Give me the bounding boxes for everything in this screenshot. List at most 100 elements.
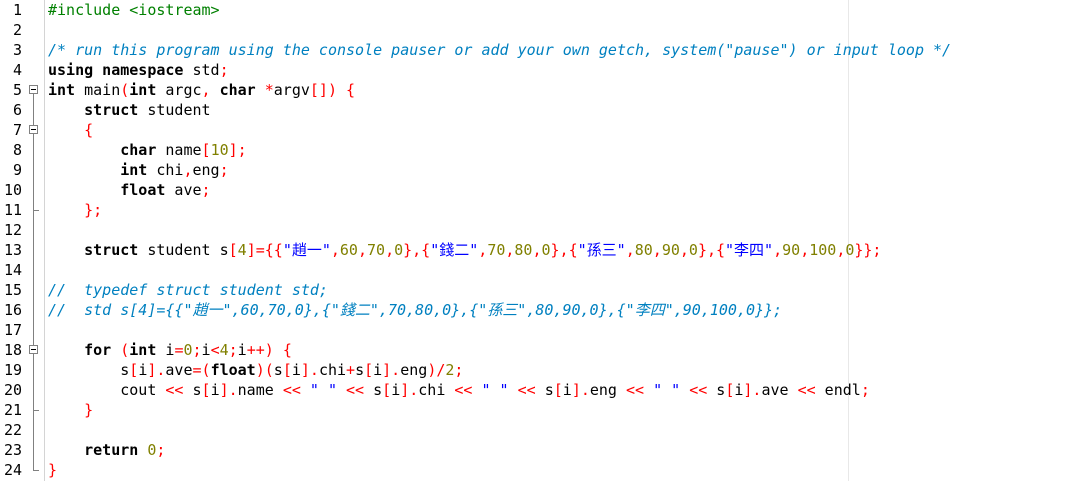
operator-token: , (385, 241, 395, 259)
code-line[interactable]: struct student (48, 100, 210, 120)
code-token: main (75, 81, 121, 99)
string-token: " " (481, 381, 509, 399)
operator-token: },{ (403, 241, 431, 259)
number-token: 90 (782, 241, 801, 259)
string-token: " " (309, 381, 337, 399)
line-number: 7 (12, 121, 22, 139)
operator-token: << (517, 381, 536, 399)
code-line[interactable]: { (48, 120, 93, 140)
line-number: 3 (12, 41, 22, 59)
operator-token: ++) (246, 341, 274, 359)
keyword-token: struct (84, 241, 139, 259)
keyword-token: int (129, 341, 157, 359)
string-token: "趙一" (282, 241, 331, 259)
operator-token: << (626, 381, 645, 399)
code-line[interactable]: float ave; (48, 180, 211, 200)
operator-token: [ (201, 141, 211, 159)
operator-token: , (183, 161, 193, 179)
operator-token: ]. (382, 361, 401, 379)
string-token: "孫三" (577, 241, 626, 259)
preprocessor-token: #include <iostream> (48, 1, 220, 19)
code-token: name (237, 381, 283, 399)
code-token: s (707, 381, 726, 399)
code-line[interactable]: } (48, 460, 57, 480)
line-number: 8 (12, 141, 22, 159)
line-number: 24 (3, 461, 22, 479)
code-token: s (48, 361, 130, 379)
code-token: chi (318, 361, 347, 379)
operator-token: << (689, 381, 708, 399)
fold-toggle-icon[interactable] (29, 345, 38, 354)
operator-token: ( (120, 341, 130, 359)
fold-margin (26, 0, 44, 481)
code-editor[interactable]: 1 2 3 4 5 6 7 8 9 10 11 12 13 14 15 16 17 18 19 20 21 22 23 24 … (0, 0, 1074, 481)
code-line[interactable]: int chi,eng; (48, 160, 229, 180)
code-line[interactable]: // std s[4]={{"趙一",60,70,0},{"錢二",70,80,… (48, 300, 782, 320)
number-token: 60 (339, 241, 358, 259)
code-line[interactable]: for (int i=0;i<4;i++) { (48, 340, 292, 360)
operator-token: ; (219, 61, 229, 79)
line-number: 17 (3, 321, 22, 339)
operator-token: , (201, 81, 211, 99)
line-number: 22 (3, 421, 22, 439)
line-number: 16 (3, 301, 22, 319)
operator-token: ; (201, 181, 211, 199)
code-token: i (201, 341, 211, 359)
code-line[interactable]: } (48, 400, 93, 420)
operator-token: },{ (697, 241, 726, 259)
code-line[interactable]: }; (48, 200, 102, 220)
code-line[interactable]: int main(int argc, char *argv[]) { (48, 80, 355, 100)
operator-token: * (264, 81, 274, 99)
number-token: 70 (367, 241, 386, 259)
code-line[interactable]: // typedef struct student std; (48, 280, 328, 300)
code-token: i (373, 361, 383, 379)
line-number: 2 (12, 21, 22, 39)
operator-token: }}; (854, 241, 882, 259)
code-line[interactable]: struct student s[4]={{"趙一",60,70,0},{"錢二… (48, 240, 881, 260)
operator-token: =( (192, 361, 211, 379)
code-line[interactable]: return 0; (48, 440, 165, 460)
fold-toggle-icon[interactable] (29, 125, 38, 134)
keyword-token: int (48, 81, 76, 99)
line-number: 13 (3, 241, 22, 259)
code-token: i (210, 381, 220, 399)
operator-token: [ (201, 381, 211, 399)
operator-token: ; (219, 161, 229, 179)
comment-token: // std s[4]={{"趙一",60,70,0},{"錢二",70,80,… (48, 301, 783, 319)
code-token: endl (815, 381, 861, 399)
operator-token: []) (309, 81, 337, 99)
operator-token: << (165, 381, 184, 399)
fold-end-marker (33, 470, 39, 471)
operator-token: { (346, 81, 356, 99)
code-token: eng (400, 361, 428, 379)
code-line[interactable]: cout << s[i].name << " " << s[i].chi << … (48, 380, 870, 400)
code-token: s (273, 361, 283, 379)
line-number: 6 (12, 101, 22, 119)
operator-token: }; (84, 201, 103, 219)
fold-toggle-icon[interactable] (29, 85, 38, 94)
operator-token: ]. (219, 381, 238, 399)
code-line[interactable]: /* run this program using the console pa… (48, 40, 951, 60)
code-token: ave (761, 381, 798, 399)
operator-token: { (84, 121, 94, 139)
operator-token: < (210, 341, 220, 359)
keyword-token: char (120, 141, 157, 159)
number-token: 100 (809, 241, 837, 259)
operator-token: , (836, 241, 846, 259)
operator-token: ; (860, 381, 870, 399)
line-number: 23 (3, 441, 22, 459)
code-line[interactable]: #include <iostream> (48, 0, 220, 20)
operator-token: ; (192, 341, 202, 359)
code-line[interactable]: using namespace std; (48, 60, 229, 80)
code-token: chi (418, 381, 455, 399)
code-line[interactable]: char name[10]; (48, 140, 246, 160)
operator-token: ]. (743, 381, 762, 399)
code-line[interactable]: s[i].ave=(float)(s[i].chi+s[i].eng)/2; (48, 360, 463, 380)
line-number: 11 (3, 201, 22, 219)
